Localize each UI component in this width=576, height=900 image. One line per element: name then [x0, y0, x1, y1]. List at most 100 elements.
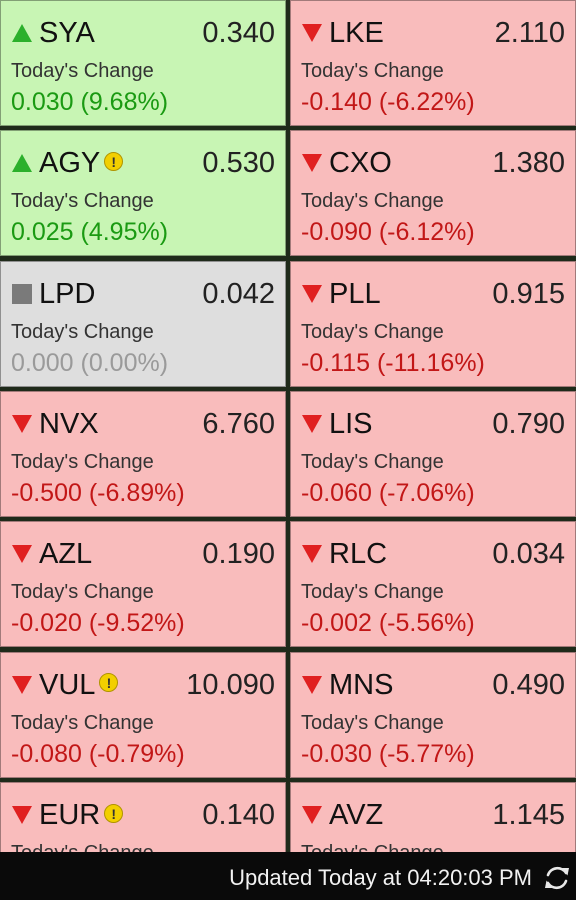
- stock-tile-mns[interactable]: MNS 0.490 Today's Change -0.030 (-5.77%): [290, 651, 576, 778]
- change-label: Today's Change: [11, 711, 154, 734]
- status-bar: Updated Today at 04:20:03 PM: [0, 852, 576, 900]
- ticker-code: AVZ: [329, 797, 383, 833]
- ticker-code: LPD: [39, 276, 95, 312]
- change-label: Today's Change: [11, 320, 154, 343]
- change-label: Today's Change: [301, 581, 444, 604]
- stock-tile-sya[interactable]: SYA 0.340 Today's Change 0.030 (9.68%): [0, 0, 286, 126]
- stock-tile-eur[interactable]: EUR! 0.140 Today's Change: [0, 781, 286, 852]
- ticker-code-text: AZL: [39, 538, 93, 571]
- ticker-code-text: AGY: [39, 147, 101, 180]
- ticker-code-text: EUR: [39, 798, 101, 831]
- last-price: 0.790: [492, 407, 565, 440]
- last-price: 0.140: [202, 798, 275, 831]
- change-value: -0.115 (-11.16%): [301, 348, 485, 377]
- change-value: -0.140 (-6.22%): [301, 88, 475, 116]
- stock-tile-vul[interactable]: VUL! 10.090 Today's Change -0.080 (-0.79%): [0, 651, 286, 778]
- last-price: 0.190: [202, 538, 275, 571]
- down-arrow-icon: [302, 805, 322, 824]
- ticker-code-text: VUL: [39, 668, 96, 701]
- stock-tile-lis[interactable]: LIS 0.790 Today's Change -0.060 (-7.06%): [290, 390, 576, 517]
- ticker-code-text: LIS: [329, 407, 373, 440]
- change-value: -0.500 (-6.89%): [11, 478, 185, 507]
- change-label: Today's Change: [301, 450, 444, 473]
- ticker-code: PLL: [329, 276, 381, 312]
- down-arrow-icon: [302, 675, 322, 694]
- change-label: Today's Change: [11, 60, 154, 82]
- stock-tile-avz[interactable]: AVZ 1.145 Today's Change: [290, 781, 576, 852]
- change-label: Today's Change: [301, 320, 444, 343]
- ticker-code-text: PLL: [329, 277, 381, 310]
- up-arrow-icon: [12, 154, 32, 173]
- change-value: -0.020 (-9.52%): [11, 609, 185, 638]
- ticker-code-text: NVX: [39, 407, 99, 440]
- last-price: 0.042: [202, 277, 275, 310]
- stock-tile-lke[interactable]: LKE 2.110 Today's Change -0.140 (-6.22%): [290, 0, 576, 126]
- change-value: -0.060 (-7.06%): [301, 478, 475, 507]
- warning-icon[interactable]: !: [104, 152, 124, 172]
- ticker-code: AZL: [39, 536, 92, 572]
- ticker-code: RLC: [329, 536, 387, 572]
- unchanged-square-icon: [12, 283, 32, 304]
- stock-tile-azl[interactable]: AZL 0.190 Today's Change -0.020 (-9.52%): [0, 521, 286, 648]
- change-label: Today's Change: [11, 581, 154, 604]
- last-price: 6.760: [202, 407, 275, 440]
- down-arrow-icon: [302, 545, 322, 564]
- change-label: Today's Change: [11, 450, 154, 473]
- up-arrow-icon: [12, 24, 32, 42]
- last-price: 1.145: [492, 798, 565, 831]
- ticker-code-text: LPD: [39, 277, 96, 310]
- change-value: 0.030 (9.68%): [11, 88, 169, 116]
- down-arrow-icon: [302, 24, 322, 42]
- stock-tile-cxo[interactable]: CXO 1.380 Today's Change -0.090 (-6.12%): [290, 130, 576, 257]
- down-arrow-icon: [12, 805, 32, 824]
- change-value: 0.000 (0.00%): [11, 348, 169, 377]
- down-arrow-icon: [12, 545, 32, 564]
- stock-tile-rlc[interactable]: RLC 0.034 Today's Change -0.002 (-5.56%): [290, 521, 576, 648]
- ticker-code: VUL!: [39, 667, 119, 703]
- last-price: 0.340: [202, 17, 275, 49]
- ticker-code-text: MNS: [329, 668, 394, 701]
- down-arrow-icon: [302, 154, 322, 173]
- warning-icon[interactable]: !: [99, 673, 119, 693]
- last-price: 0.915: [492, 277, 565, 310]
- change-label: Today's Change: [301, 840, 444, 852]
- ticker-code-text: LKE: [329, 17, 384, 49]
- ticker-code-text: SYA: [39, 17, 95, 49]
- down-arrow-icon: [302, 284, 322, 303]
- ticker-code: CXO: [329, 145, 392, 181]
- down-arrow-icon: [302, 414, 322, 433]
- ticker-code: AGY!: [39, 145, 124, 181]
- ticker-code: LKE: [329, 15, 384, 51]
- stock-tile-grid: SYA 0.340 Today's Change 0.030 (9.68%) LKE 2.…: [0, 0, 576, 852]
- change-value: -0.080 (-0.79%): [11, 739, 185, 768]
- change-value: -0.090 (-6.12%): [301, 218, 475, 247]
- down-arrow-icon: [12, 675, 32, 694]
- last-price: 1.380: [492, 147, 565, 180]
- change-label: Today's Change: [301, 60, 444, 82]
- change-label: Today's Change: [301, 711, 444, 734]
- warning-icon[interactable]: !: [104, 803, 124, 823]
- change-value: 0.025 (4.95%): [11, 218, 169, 247]
- stock-tile-pll[interactable]: PLL 0.915 Today's Change -0.115 (-11.16%): [290, 260, 576, 387]
- change-label: Today's Change: [11, 190, 154, 213]
- stock-tile-agy[interactable]: AGY! 0.530 Today's Change 0.025 (4.95%): [0, 130, 286, 257]
- ticker-code-text: AVZ: [329, 798, 384, 831]
- last-price: 0.034: [492, 538, 565, 571]
- stock-tile-nvx[interactable]: NVX 6.760 Today's Change -0.500 (-6.89%): [0, 390, 286, 517]
- last-updated-text: Updated Today at 04:20:03 PM: [229, 865, 532, 890]
- stock-watchlist-screen: SYA 0.340 Today's Change 0.030 (9.68%) LKE 2.…: [0, 0, 576, 900]
- change-value: -0.002 (-5.56%): [301, 609, 475, 638]
- ticker-code: NVX: [39, 406, 99, 442]
- ticker-code: EUR!: [39, 797, 124, 833]
- ticker-code-text: RLC: [329, 538, 388, 571]
- ticker-code: MNS: [329, 667, 393, 703]
- ticker-code: SYA: [39, 15, 95, 51]
- last-price: 10.090: [186, 668, 275, 701]
- last-price: 0.530: [202, 147, 275, 180]
- stock-tile-lpd[interactable]: LPD 0.042 Today's Change 0.000 (0.00%): [0, 260, 286, 387]
- refresh-icon[interactable]: [542, 863, 572, 893]
- ticker-code-text: CXO: [329, 147, 392, 180]
- ticker-code: LIS: [329, 406, 373, 442]
- down-arrow-icon: [12, 414, 32, 433]
- change-value: -0.030 (-5.77%): [301, 739, 475, 768]
